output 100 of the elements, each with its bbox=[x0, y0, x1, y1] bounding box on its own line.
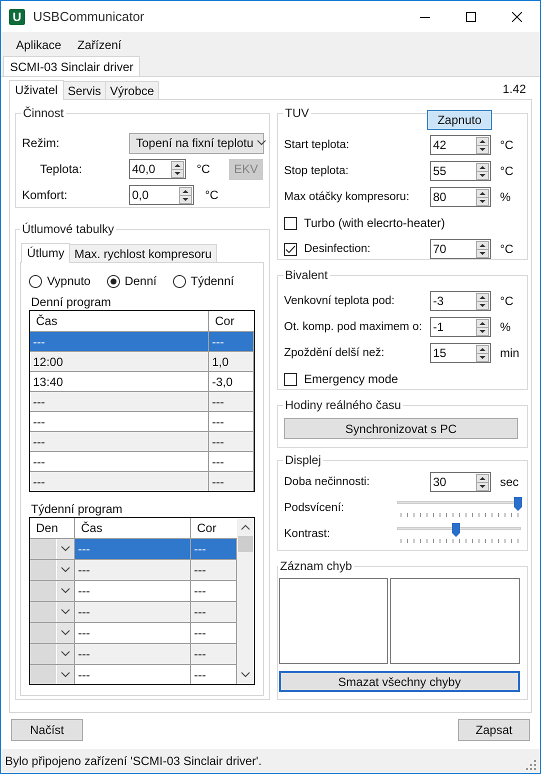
tab[interactable]: Útlumy bbox=[21, 243, 70, 263]
table-cell[interactable]: --- bbox=[75, 538, 191, 559]
sync-button[interactable]: Synchronizovat s PC bbox=[284, 418, 518, 439]
day-dropdown[interactable] bbox=[30, 664, 75, 684]
save-button[interactable]: Zapsat bbox=[458, 719, 530, 741]
table-cell[interactable]: --- bbox=[191, 664, 237, 684]
scroll-thumb[interactable] bbox=[238, 536, 253, 552]
table-title: Denní program bbox=[31, 295, 112, 309]
table-cell[interactable]: --- bbox=[209, 451, 254, 471]
table-cell[interactable]: --- bbox=[75, 559, 191, 580]
table-cell[interactable]: --- bbox=[209, 431, 254, 451]
radio-circle-icon bbox=[106, 274, 120, 288]
table-cell[interactable]: --- bbox=[30, 411, 209, 431]
checkbox[interactable]: Emergency mode bbox=[284, 372, 398, 386]
number-field[interactable]: 70 bbox=[430, 239, 491, 259]
table-cell[interactable]: --- bbox=[191, 601, 237, 622]
number-field[interactable]: 0,0 bbox=[129, 185, 194, 205]
tab[interactable]: Uživatel bbox=[9, 80, 64, 100]
table-cell[interactable]: --- bbox=[30, 471, 209, 491]
number-field[interactable]: 80 bbox=[430, 187, 491, 207]
table-cell[interactable]: 12:00 bbox=[30, 351, 209, 371]
spinner-icon bbox=[179, 186, 192, 204]
slider[interactable] bbox=[397, 523, 521, 545]
unit-label: sec bbox=[500, 475, 519, 489]
caret-icon bbox=[61, 651, 70, 657]
unit-label: °C bbox=[500, 294, 514, 308]
number-field[interactable]: 30 bbox=[430, 472, 491, 492]
table-cell[interactable]: --- bbox=[209, 411, 254, 431]
toggle-button[interactable]: Zapnuto bbox=[427, 110, 492, 130]
number-field[interactable]: 15 bbox=[430, 343, 491, 363]
table-cell[interactable]: --- bbox=[75, 601, 191, 622]
tab[interactable]: Servis bbox=[62, 81, 106, 99]
version-label: 1.42 bbox=[502, 82, 527, 98]
table-cell[interactable]: --- bbox=[30, 331, 209, 351]
field-label: Stop teplota: bbox=[284, 165, 350, 177]
close-icon[interactable] bbox=[512, 12, 522, 22]
radio-button[interactable]: Vypnuto bbox=[29, 274, 91, 288]
list-box[interactable] bbox=[390, 578, 520, 664]
table-cell[interactable]: --- bbox=[75, 643, 191, 664]
document-tab[interactable]: SCMI-03 Sinclair driver bbox=[3, 56, 140, 76]
menu-item[interactable]: Aplikace bbox=[8, 36, 70, 54]
group-title: Displej bbox=[284, 453, 322, 467]
field-label: Start teplota: bbox=[284, 139, 350, 151]
slider-thumb[interactable] bbox=[514, 497, 522, 511]
checkbox[interactable]: Turbo (with elecrto-heater) bbox=[284, 216, 445, 230]
table-cell[interactable]: -3,0 bbox=[209, 371, 254, 391]
slider-thumb[interactable] bbox=[452, 523, 460, 537]
field-label: Režim: bbox=[22, 136, 60, 150]
caret-icon bbox=[61, 567, 70, 573]
checkbox[interactable]: Desinfection: bbox=[284, 242, 430, 256]
menu-item[interactable]: Zařízení bbox=[69, 36, 130, 54]
tab[interactable]: Výrobce bbox=[105, 81, 160, 99]
table-cell[interactable]: --- bbox=[30, 451, 209, 471]
number-field[interactable]: -1 bbox=[430, 317, 491, 337]
group-title: Bivalent bbox=[284, 268, 329, 282]
table-cell[interactable]: --- bbox=[191, 538, 237, 559]
clear-errors-button[interactable]: Smazat všechny chyby bbox=[279, 671, 520, 692]
table-cell[interactable]: --- bbox=[75, 580, 191, 601]
field-label: Venkovní teplota pod: bbox=[284, 295, 396, 307]
number-field[interactable]: -3 bbox=[430, 291, 491, 311]
caret-icon bbox=[61, 588, 70, 594]
number-field[interactable]: 40,0 bbox=[129, 159, 186, 179]
load-button[interactable]: Načíst bbox=[11, 719, 83, 741]
unit-label: % bbox=[500, 190, 511, 204]
table-cell[interactable]: --- bbox=[191, 622, 237, 643]
list-box[interactable] bbox=[279, 578, 388, 664]
table-cell[interactable]: --- bbox=[30, 431, 209, 451]
day-dropdown[interactable] bbox=[30, 622, 75, 643]
table-cell[interactable]: 13:40 bbox=[30, 371, 209, 391]
number-field[interactable]: 42 bbox=[430, 135, 491, 155]
unit-label: °C bbox=[500, 138, 514, 152]
table-cell[interactable]: --- bbox=[209, 391, 254, 411]
table-cell[interactable]: --- bbox=[191, 559, 237, 580]
table-cell[interactable]: --- bbox=[30, 391, 209, 411]
number-field[interactable]: 55 bbox=[430, 161, 491, 181]
spinner-icon bbox=[476, 188, 489, 206]
tab[interactable]: Max. rychlost kompresoru bbox=[69, 244, 217, 262]
table-cell[interactable]: --- bbox=[191, 580, 237, 601]
field-label: Komfort: bbox=[22, 188, 68, 202]
day-dropdown[interactable] bbox=[30, 643, 75, 664]
table-cell[interactable]: --- bbox=[209, 471, 254, 491]
caret-icon bbox=[61, 630, 70, 636]
day-dropdown[interactable] bbox=[30, 580, 75, 601]
table-cell[interactable]: --- bbox=[191, 643, 237, 664]
day-dropdown[interactable] bbox=[30, 559, 75, 580]
day-dropdown[interactable] bbox=[30, 601, 75, 622]
scrollbar[interactable] bbox=[237, 518, 254, 684]
dropdown[interactable]: Topení na fixní teplotu bbox=[129, 132, 264, 154]
spinner-icon bbox=[476, 344, 489, 362]
table-cell[interactable]: 1,0 bbox=[209, 351, 254, 371]
spinner-icon bbox=[476, 318, 489, 336]
table-cell[interactable]: --- bbox=[209, 331, 254, 351]
slider[interactable] bbox=[397, 497, 521, 519]
maximize-icon[interactable] bbox=[466, 12, 476, 22]
table-cell[interactable]: --- bbox=[75, 664, 191, 684]
spinner-icon bbox=[476, 162, 489, 180]
table-cell[interactable]: --- bbox=[75, 622, 191, 643]
radio-button[interactable]: Denní bbox=[106, 274, 157, 288]
day-dropdown[interactable] bbox=[30, 538, 75, 559]
radio-button[interactable]: Týdenní bbox=[172, 274, 234, 288]
